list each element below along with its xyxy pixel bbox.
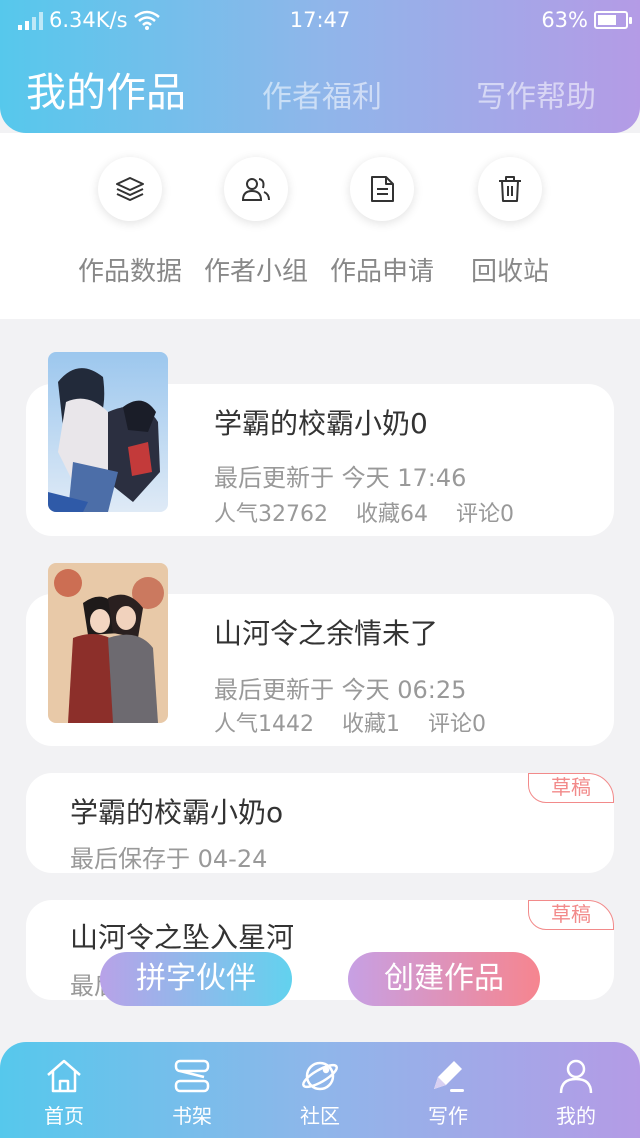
work-popularity: 人气32762: [214, 502, 328, 527]
nav-item-write[interactable]: 写作: [408, 1054, 488, 1129]
work-comments: 评论0: [428, 712, 486, 737]
tab-my-works[interactable]: 我的作品: [26, 60, 186, 118]
layers-icon: [116, 177, 144, 201]
work-updated: 最后更新于 今天 06:25: [214, 676, 467, 704]
work-popularity: 人气1442: [214, 712, 314, 737]
action-work-application[interactable]: 作品申请: [322, 157, 442, 288]
battery-icon: [594, 11, 632, 29]
planet-icon: [302, 1061, 338, 1091]
create-work-button[interactable]: 创建作品: [348, 952, 540, 1006]
tab-writing-help[interactable]: 写作帮助: [476, 72, 596, 116]
draft-badge: 草稿: [528, 773, 614, 803]
nav-item-bookshelf[interactable]: 书架: [152, 1054, 232, 1129]
tab-author-benefits[interactable]: 作者福利: [262, 72, 382, 116]
nav-item-profile[interactable]: 我的: [536, 1054, 616, 1129]
bookshelf-icon: [174, 1059, 210, 1093]
top-header: 6.34K/s 17:47 63% 我的作品 作者福利 写作帮助: [0, 0, 640, 133]
pen-icon: [434, 1061, 464, 1092]
action-label: 作者小组: [203, 257, 308, 287]
writing-partner-button[interactable]: 拼字伙伴: [100, 952, 292, 1006]
work-favorites: 收藏64: [356, 502, 428, 527]
action-recycle-bin[interactable]: 回收站: [450, 157, 570, 288]
work-favorites: 收藏1: [342, 712, 400, 737]
nav-label: 写作: [428, 1104, 468, 1128]
profile-icon: [559, 1059, 593, 1094]
work-updated: 最后更新于 今天 17:46: [214, 464, 467, 492]
quick-actions: 作品数据 作者小组 作品申请 回收站: [0, 133, 640, 319]
nav-item-community[interactable]: 社区: [280, 1054, 360, 1129]
nav-label: 我的: [556, 1104, 596, 1128]
trash-icon: [499, 176, 521, 202]
work-title: 山河令之余情未了: [214, 617, 439, 650]
action-label: 回收站: [470, 257, 549, 287]
action-label: 作品申请: [329, 257, 434, 287]
nav-label: 社区: [300, 1104, 340, 1128]
nav-item-home[interactable]: 首页: [24, 1054, 104, 1129]
draft-title: 山河令之坠入星河: [70, 921, 295, 954]
users-icon: [241, 178, 270, 201]
draft-title: 学霸的校霸小奶o: [70, 796, 284, 829]
work-comments: 评论0: [456, 502, 514, 527]
action-label: 作品数据: [77, 257, 182, 287]
action-work-data[interactable]: 作品数据: [70, 157, 190, 288]
nav-label: 书架: [172, 1104, 212, 1128]
work-cover[interactable]: [48, 563, 168, 723]
home-icon: [47, 1059, 81, 1093]
bottom-nav: 首页 书架 社区 写作 我的: [0, 1042, 640, 1138]
status-bar: 6.34K/s 17:47 63%: [0, 8, 640, 38]
work-cover[interactable]: [48, 352, 168, 512]
work-title: 学霸的校霸小奶0: [214, 407, 428, 440]
draft-badge: 草稿: [528, 900, 614, 930]
draft-saved: 最后保存于 04-24: [70, 845, 268, 873]
draft-card[interactable]: 草稿 学霸的校霸小奶o 最后保存于 04-24: [26, 773, 614, 873]
nav-label: 首页: [44, 1104, 84, 1128]
action-author-group[interactable]: 作者小组: [196, 157, 316, 288]
header-tabs: 我的作品 作者福利 写作帮助: [0, 60, 640, 120]
battery-percent: 63%: [541, 8, 588, 32]
document-icon: [371, 176, 394, 202]
